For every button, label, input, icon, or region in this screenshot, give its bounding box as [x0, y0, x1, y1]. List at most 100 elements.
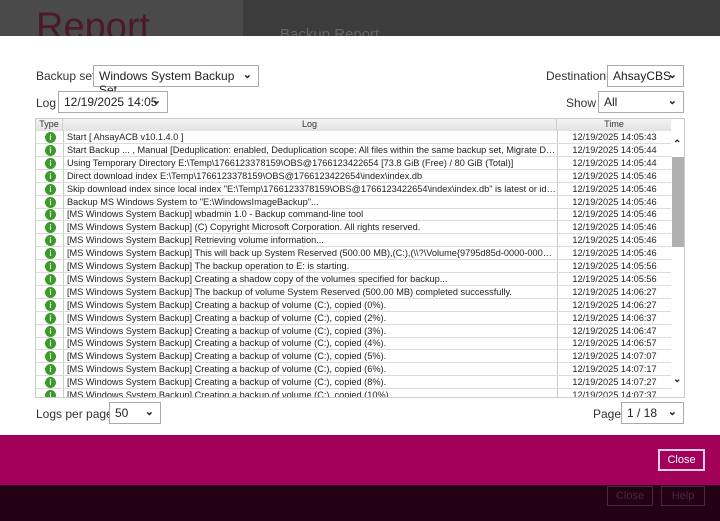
- backup-set-select[interactable]: Windows System Backup Set ⌄: [93, 65, 259, 97]
- column-time[interactable]: Time: [557, 119, 671, 131]
- dialog-footer: [0, 435, 720, 485]
- table-row[interactable]: i [MS Windows System Backup] This will ba…: [36, 247, 671, 261]
- table-row[interactable]: i [MS Windows System Backup] Creating a s…: [36, 272, 671, 286]
- chevron-down-icon: ⌄: [667, 406, 677, 418]
- log-time: 12/19/2025 14:06:57: [557, 337, 671, 350]
- info-icon: i: [45, 183, 56, 195]
- log-time: 12/19/2025 14:06:47: [557, 324, 671, 337]
- chevron-down-icon: ⌄: [144, 406, 154, 418]
- log-message: Skip download index since local index "E…: [63, 182, 557, 195]
- scrollbar-thumb[interactable]: [672, 157, 684, 247]
- chevron-down-icon: ⌄: [667, 95, 677, 107]
- info-icon: i: [45, 170, 56, 182]
- destination-value: AhsayCBS: [613, 69, 672, 83]
- report-dialog: Backup set Windows System Backup Set ⌄ De…: [0, 36, 720, 435]
- info-icon: i: [45, 299, 56, 311]
- table-row[interactable]: i Start Backup ... , Manual [Deduplicatio…: [36, 143, 671, 157]
- log-message: [MS Windows System Backup] Creating a sh…: [63, 272, 557, 285]
- log-message: [MS Windows System Backup] Creating a ba…: [63, 298, 557, 311]
- scroll-up-icon[interactable]: ⌃: [673, 139, 681, 150]
- log-label: Log: [36, 96, 57, 110]
- log-message: [MS Windows System Backup] The backup op…: [63, 260, 557, 272]
- info-icon: i: [45, 157, 56, 169]
- table-row[interactable]: i [MS Windows System Backup] Creating a b…: [36, 337, 671, 351]
- log-message: [MS Windows System Backup] (C) Copyright…: [63, 221, 557, 234]
- chevron-down-icon: ⌄: [151, 95, 161, 107]
- info-icon: i: [45, 338, 56, 350]
- log-time: 12/19/2025 14:05:46: [557, 247, 671, 260]
- log-message: [MS Windows System Backup] Creating a ba…: [63, 363, 557, 376]
- chevron-down-icon: ⌄: [667, 69, 677, 81]
- table-row[interactable]: i [MS Windows System Backup] Creating a b…: [36, 376, 671, 390]
- info-icon: i: [45, 248, 56, 260]
- destination-label: Destination: [546, 69, 607, 83]
- background-close-button: Close: [607, 486, 653, 506]
- log-value: 12/19/2025 14:05: [64, 95, 158, 109]
- info-icon: i: [45, 364, 56, 376]
- table-row[interactable]: i Direct download index E:\Temp\176612337…: [36, 169, 671, 183]
- table-row[interactable]: i [MS Windows System Backup] wbadmin 1.0 …: [36, 208, 671, 222]
- log-message: Backup MS Windows System to "E:\WindowsI…: [63, 195, 557, 208]
- info-icon: i: [45, 286, 56, 298]
- log-table: Type Log Time i Start [ AhsayACB v10.1.4.…: [35, 118, 685, 398]
- table-row[interactable]: i [MS Windows System Backup] The backup o…: [36, 260, 671, 273]
- table-row[interactable]: i [MS Windows System Backup] Creating a b…: [36, 350, 671, 364]
- show-select[interactable]: All ⌄: [598, 91, 684, 113]
- close-button[interactable]: Close: [658, 449, 705, 471]
- show-value: All: [604, 95, 618, 109]
- log-message: [MS Windows System Backup] This will bac…: [63, 247, 557, 260]
- chevron-down-icon: ⌄: [242, 69, 252, 81]
- logs-per-page-value: 50: [115, 406, 129, 420]
- info-icon: i: [45, 235, 56, 247]
- show-label: Show: [566, 96, 597, 110]
- log-message: [MS Windows System Backup] wbadmin 1.0 -…: [63, 208, 557, 221]
- table-row[interactable]: i Using Temporary Directory E:\Temp\17661…: [36, 156, 671, 170]
- log-time: 12/19/2025 14:05:44: [557, 143, 671, 156]
- column-type[interactable]: Type: [36, 119, 63, 131]
- log-time: 12/19/2025 14:06:27: [557, 298, 671, 311]
- log-time: 12/19/2025 14:05:46: [557, 221, 671, 234]
- table-row[interactable]: i [MS Windows System Backup] Creating a b…: [36, 363, 671, 377]
- info-icon: i: [45, 273, 56, 285]
- log-message: [MS Windows System Backup] Creating a ba…: [63, 389, 557, 397]
- log-time: 12/19/2025 14:05:46: [557, 182, 671, 195]
- info-icon: i: [45, 261, 56, 272]
- log-time: 12/19/2025 14:05:46: [557, 195, 671, 208]
- info-icon: i: [45, 196, 56, 208]
- info-icon: i: [45, 377, 56, 389]
- log-time: 12/19/2025 14:06:37: [557, 311, 671, 324]
- log-time: 12/19/2025 14:07:37: [557, 389, 671, 397]
- log-message: Using Temporary Directory E:\Temp\176612…: [63, 156, 557, 169]
- scroll-down-icon[interactable]: ⌄: [673, 374, 681, 385]
- page-label: Page: [593, 407, 622, 421]
- table-row[interactable]: i [MS Windows System Backup] Retrieving v…: [36, 234, 671, 248]
- log-time: 12/19/2025 14:05:46: [557, 234, 671, 247]
- log-time: 12/19/2025 14:06:27: [557, 285, 671, 298]
- table-row[interactable]: i [MS Windows System Backup] Creating a b…: [36, 298, 671, 312]
- log-message: [MS Windows System Backup] Creating a ba…: [63, 350, 557, 363]
- log-select[interactable]: 12/19/2025 14:05 ⌄: [58, 91, 168, 113]
- info-icon: i: [45, 390, 56, 397]
- log-time: 12/19/2025 14:05:46: [557, 169, 671, 182]
- table-row[interactable]: i [MS Windows System Backup] (C) Copyrigh…: [36, 221, 671, 235]
- log-time: 12/19/2025 14:05:46: [557, 208, 671, 221]
- scrollbar[interactable]: ⌃ ⌄: [671, 119, 684, 397]
- logs-per-page-select[interactable]: 50 ⌄: [109, 402, 161, 424]
- table-row[interactable]: i [MS Windows System Backup] Creating a b…: [36, 389, 671, 397]
- info-icon: i: [45, 222, 56, 234]
- page-select[interactable]: 1 / 18 ⌄: [621, 402, 684, 424]
- table-row[interactable]: i [MS Windows System Backup] Creating a b…: [36, 324, 671, 338]
- table-row[interactable]: i [MS Windows System Backup] Creating a b…: [36, 311, 671, 325]
- table-row[interactable]: i Start [ AhsayACB v10.1.4.0 ] 12/19/2025 …: [36, 131, 671, 144]
- column-log[interactable]: Log: [63, 119, 557, 131]
- log-time: 12/19/2025 14:07:27: [557, 376, 671, 389]
- destination-select[interactable]: AhsayCBS ⌄: [607, 65, 684, 87]
- log-message: Start [ AhsayACB v10.1.4.0 ]: [63, 131, 557, 143]
- info-icon: i: [45, 351, 56, 363]
- log-message: Start Backup ... , Manual [Deduplication…: [63, 143, 557, 156]
- log-time: 12/19/2025 14:05:56: [557, 260, 671, 272]
- table-row[interactable]: i Skip download index since local index "…: [36, 182, 671, 196]
- table-row[interactable]: i Backup MS Windows System to "E:\Windows…: [36, 195, 671, 209]
- logs-per-page-label: Logs per page: [36, 407, 113, 421]
- table-row[interactable]: i [MS Windows System Backup] The backup o…: [36, 285, 671, 299]
